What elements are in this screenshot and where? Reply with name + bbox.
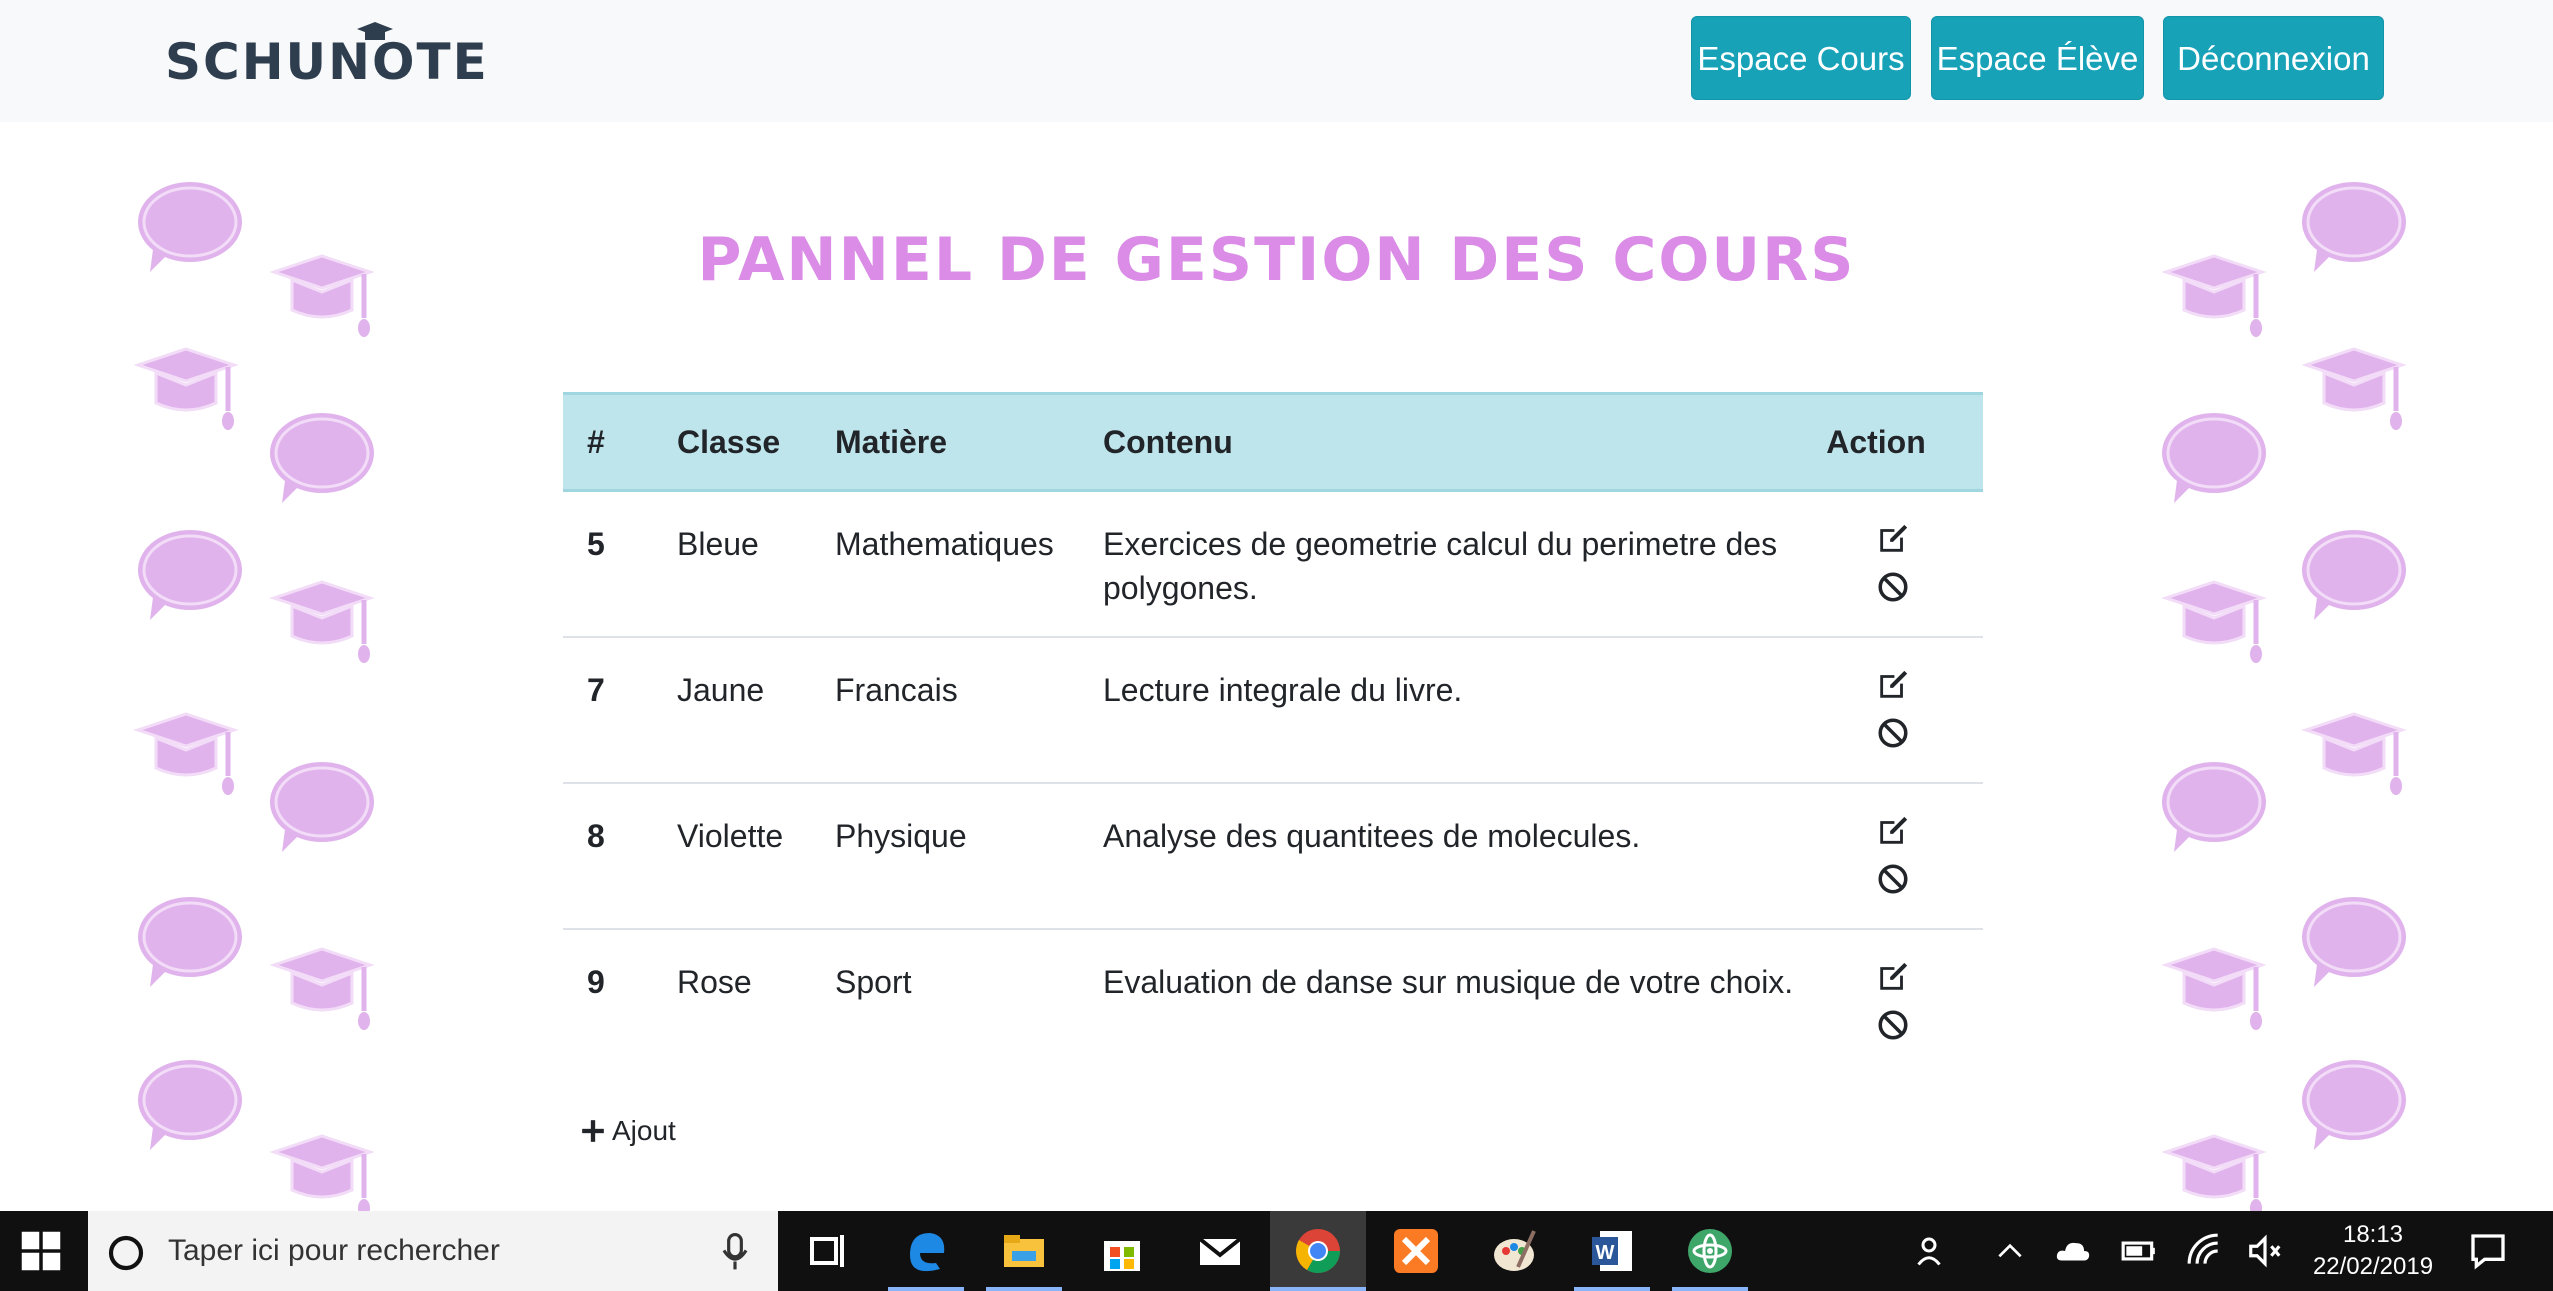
speech-bubble-icon	[2300, 528, 2408, 622]
graduation-cap-icon	[2166, 1136, 2262, 1211]
cell-contenu: Evaluation de danse sur musique de votre…	[1103, 964, 1794, 1000]
onedrive-icon[interactable]	[2054, 1232, 2092, 1270]
add-link-label: Ajout	[612, 1115, 676, 1146]
cell-id: 9	[587, 964, 605, 1000]
add-course-link[interactable]: Ajout	[580, 1115, 676, 1147]
deconnexion-button[interactable]: Déconnexion	[2163, 16, 2384, 100]
column-header-contenu: Contenu	[1103, 392, 1803, 492]
task-view-icon[interactable]	[806, 1227, 854, 1275]
graduation-cap-icon	[138, 349, 234, 430]
graduation-cap-icon	[138, 714, 234, 795]
chrome-icon[interactable]	[1294, 1227, 1342, 1275]
cell-contenu: Lecture integrale du livre.	[1103, 672, 1463, 708]
edit-icon[interactable]	[1876, 668, 1910, 702]
speech-bubble-icon	[2160, 760, 2268, 854]
ban-icon[interactable]	[1876, 1008, 1910, 1042]
volume-muted-icon[interactable]	[2246, 1232, 2284, 1270]
graduation-cap-icon	[357, 22, 393, 40]
mail-icon[interactable]	[1196, 1227, 1244, 1275]
table-row: 9 Rose Sport Evaluation de danse sur mus…	[563, 928, 1983, 1074]
navbar: SCHUNOTE Espace Cours Espace Élève Décon…	[0, 0, 2553, 122]
svg-text:W: W	[1596, 1242, 1615, 1264]
store-icon[interactable]	[1098, 1227, 1146, 1275]
chrome-active-indicator	[1270, 1287, 1366, 1291]
cell-matiere: Mathematiques	[835, 526, 1054, 562]
cell-id: 7	[587, 672, 605, 708]
atom-active-indicator	[1672, 1287, 1748, 1291]
speech-bubble-icon	[268, 760, 376, 854]
cell-classe: Jaune	[677, 672, 765, 708]
edge-active-indicator	[888, 1287, 964, 1291]
cell-matiere: Francais	[835, 672, 958, 708]
word-icon[interactable]: W	[1588, 1227, 1636, 1275]
espace-eleve-button[interactable]: Espace Élève	[1931, 16, 2144, 100]
edge-icon[interactable]	[902, 1227, 950, 1275]
page-title: PANNEL DE GESTION DES COURS	[697, 225, 1856, 295]
speech-bubble-icon	[2160, 411, 2268, 505]
speech-bubble-icon	[2300, 1058, 2408, 1152]
graduation-cap-icon	[2166, 949, 2262, 1030]
speech-bubble-icon	[136, 895, 244, 989]
cell-classe: Violette	[677, 818, 784, 854]
chevron-up-icon[interactable]	[1994, 1235, 2026, 1267]
cell-matiere: Physique	[835, 818, 967, 854]
cell-id: 5	[587, 526, 605, 562]
taskbar-search-box[interactable]: Taper ici pour rechercher	[88, 1211, 778, 1291]
graduation-cap-icon	[2306, 349, 2402, 430]
graduation-cap-icon	[274, 949, 370, 1030]
column-header-matiere: Matière	[835, 392, 1103, 492]
windows-start-icon[interactable]	[20, 1230, 62, 1272]
column-header-action: Action	[1803, 392, 1983, 492]
speech-bubble-icon	[268, 411, 376, 505]
file-explorer-icon[interactable]	[1000, 1227, 1048, 1275]
clock-time: 18:13	[2342, 1221, 2404, 1248]
graduation-cap-icon	[274, 1136, 370, 1211]
speech-bubble-icon	[136, 528, 244, 622]
word-active-indicator	[1574, 1287, 1650, 1291]
cortana-icon	[108, 1235, 144, 1271]
courses-table: # Classe Matière Contenu Action 5 Bleue …	[563, 392, 1983, 1074]
ban-icon[interactable]	[1876, 716, 1910, 750]
edit-icon[interactable]	[1876, 522, 1910, 556]
plus-icon	[582, 1120, 604, 1142]
graduation-cap-icon	[2166, 582, 2262, 663]
espace-cours-button[interactable]: Espace Cours	[1691, 16, 1911, 100]
cell-contenu: Exercices de geometrie calcul du perimet…	[1103, 526, 1778, 606]
cell-contenu: Analyse des quantitees de molecules.	[1103, 818, 1641, 854]
edit-icon[interactable]	[1876, 960, 1910, 994]
graduation-cap-icon	[2306, 714, 2402, 795]
cell-classe: Bleue	[677, 526, 759, 562]
taskbar-clock[interactable]: 18:13 22/02/2019	[2308, 1219, 2438, 1283]
brand-text: SCHUNOTE	[165, 33, 489, 91]
clock-date: 22/02/2019	[2312, 1253, 2434, 1280]
wifi-icon[interactable]	[2186, 1232, 2224, 1270]
column-header-id: #	[563, 392, 677, 492]
table-row: 8 Violette Physique Analyse des quantite…	[563, 782, 1983, 929]
table-row: 5 Bleue Mathematiques Exercices de geome…	[563, 491, 1983, 638]
table-row: 7 Jaune Francais Lecture integrale du li…	[563, 636, 1983, 783]
graduation-cap-icon	[274, 582, 370, 663]
cell-id: 8	[587, 818, 605, 854]
brand-logo[interactable]: SCHUNOTE	[165, 22, 489, 102]
cell-classe: Rose	[677, 964, 752, 1000]
column-header-classe: Classe	[677, 392, 835, 492]
ban-icon[interactable]	[1876, 862, 1910, 896]
explorer-active-indicator	[986, 1287, 1062, 1291]
atom-icon[interactable]	[1686, 1227, 1734, 1275]
battery-icon[interactable]	[2120, 1232, 2158, 1270]
windows-taskbar: Taper ici pour rechercher W 18:13 22/02/…	[0, 1211, 2553, 1291]
xampp-icon[interactable]	[1392, 1227, 1440, 1275]
edit-icon[interactable]	[1876, 814, 1910, 848]
cell-matiere: Sport	[835, 964, 912, 1000]
speech-bubble-icon	[2300, 895, 2408, 989]
speech-bubble-icon	[136, 1058, 244, 1152]
ban-icon[interactable]	[1876, 570, 1910, 604]
search-placeholder: Taper ici pour rechercher	[168, 1234, 500, 1267]
people-icon[interactable]	[1914, 1233, 1950, 1269]
table-header: # Classe Matière Contenu Action	[563, 392, 1983, 492]
microphone-icon[interactable]	[720, 1233, 750, 1271]
paint-icon[interactable]	[1490, 1227, 1538, 1275]
notification-icon[interactable]	[2468, 1231, 2508, 1271]
